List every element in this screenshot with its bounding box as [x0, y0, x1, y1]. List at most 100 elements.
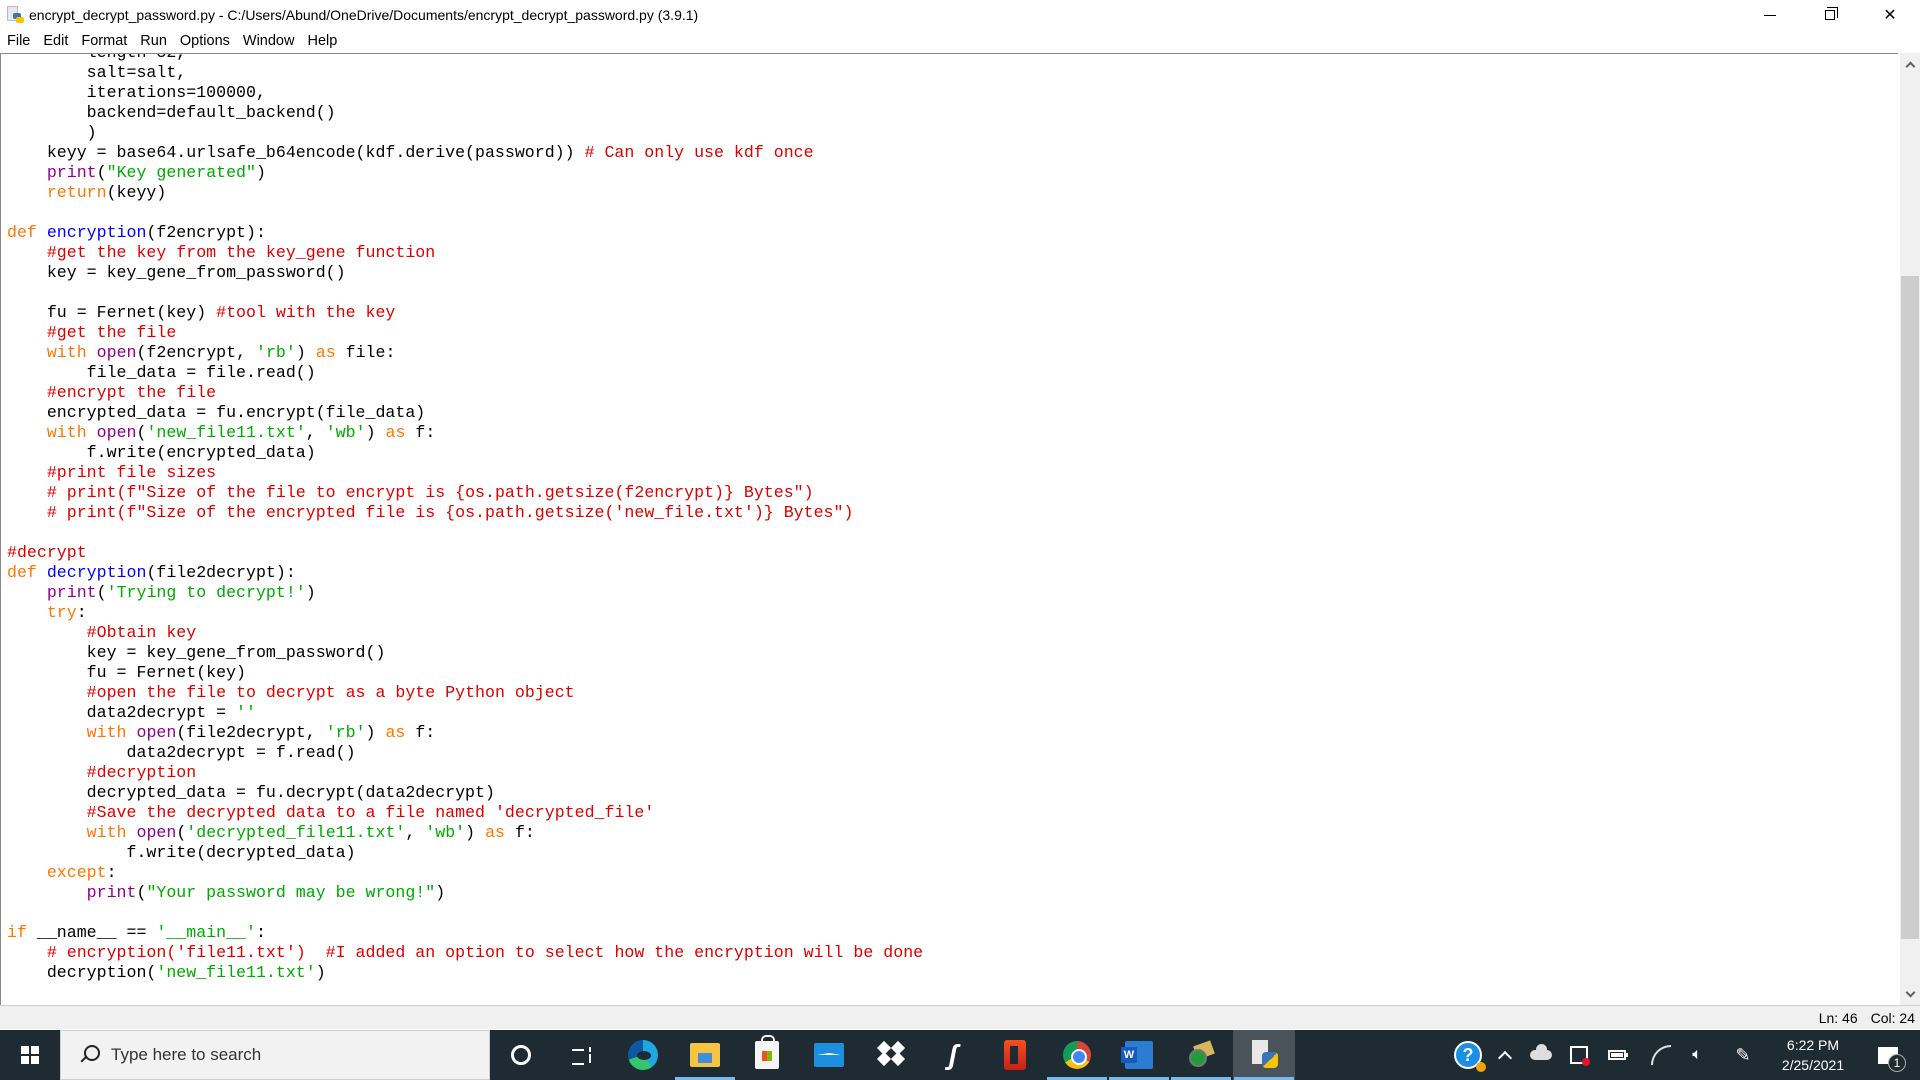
notification-count: 1 [1888, 1054, 1906, 1072]
scrollbar-thumb[interactable] [1901, 276, 1919, 940]
search-icon [77, 1043, 101, 1067]
start-button[interactable] [0, 1030, 60, 1080]
code-token: print [86, 883, 137, 902]
scroll-down-button[interactable] [1900, 985, 1920, 1003]
code-token: ) [315, 963, 326, 982]
menu-options[interactable]: Options [174, 33, 236, 49]
code-line: #get the file [7, 323, 923, 343]
code-token: (keyy) [106, 183, 167, 202]
code-token: '__main__' [156, 923, 256, 942]
vertical-scrollbar[interactable] [1900, 53, 1920, 1005]
code-line: #open the file to decrypt as a byte Pyth… [7, 683, 923, 703]
code-token: "Your password may be wrong!" [146, 883, 436, 902]
code-token: ) [305, 583, 316, 602]
taskbar-task-view[interactable] [551, 1030, 613, 1080]
tray-screen-recorder[interactable] [1562, 1030, 1596, 1080]
code-editor[interactable]: length=32, salt=salt, iterations=100000,… [0, 53, 1898, 1005]
code-line: decrypted_data = fu.decrypt(data2decrypt… [7, 783, 923, 803]
code-token: with [46, 423, 87, 442]
code-token: 'wb' [425, 823, 466, 842]
menu-run[interactable]: Run [134, 33, 173, 49]
python-file-icon [1250, 1040, 1278, 1070]
action-center-button[interactable]: 1 [1868, 1030, 1908, 1080]
code-token: , [405, 823, 426, 842]
tray-onedrive[interactable] [1524, 1030, 1558, 1080]
tray-show-hidden[interactable] [1490, 1030, 1520, 1080]
taskbar-search-box[interactable]: Type here to search [60, 1030, 490, 1080]
taskbar-office[interactable] [984, 1030, 1046, 1080]
minimize-button[interactable] [1740, 0, 1800, 30]
code-line: with open(file2decrypt, 'rb') as f: [7, 723, 923, 743]
scroll-up-button[interactable] [1900, 55, 1920, 73]
taskbar-microsoft-store[interactable] [736, 1030, 798, 1080]
close-button[interactable]: ✕ [1860, 0, 1920, 30]
title-bar: encrypt_decrypt_password.py - C:/Users/A… [0, 0, 1920, 30]
taskbar-mail[interactable] [798, 1030, 860, 1080]
code-text[interactable]: length=32, salt=salt, iterations=100000,… [7, 54, 923, 983]
code-token: as [385, 723, 406, 742]
code-line: backend=default_backend() [7, 103, 923, 123]
code-token: #print file sizes [46, 463, 217, 482]
code-token: try [46, 603, 77, 622]
code-token: : [106, 863, 117, 882]
taskbar-edge[interactable] [612, 1030, 674, 1080]
menu-edit[interactable]: Edit [37, 33, 74, 49]
code-line: try: [7, 603, 923, 623]
code-token: file_data = file.read() [7, 363, 316, 382]
code-line: fu = Fernet(key) #tool with the key [7, 303, 923, 323]
search-placeholder: Type here to search [111, 1045, 262, 1064]
tray-help[interactable]: ? [1448, 1030, 1488, 1080]
taskbar-dropbox[interactable] [860, 1030, 922, 1080]
folder-icon [690, 1043, 720, 1067]
taskbar-mail-checker[interactable] [1170, 1030, 1232, 1080]
taskbar-python-idle[interactable] [1233, 1030, 1295, 1080]
taskbar-clock[interactable]: 6:22 PM 2/25/2021 [1760, 1030, 1866, 1080]
python-idle-icon [6, 6, 24, 24]
status-bar: Ln: 46 Col: 24 [0, 1005, 1920, 1029]
menu-format[interactable]: Format [75, 33, 133, 49]
tray-volume[interactable]: 🔈︎ [1680, 1030, 1714, 1080]
code-token: except [46, 863, 107, 882]
code-token: ) [435, 883, 446, 902]
edge-icon [628, 1040, 658, 1070]
code-line: except: [7, 863, 923, 883]
taskbar-chrome[interactable] [1046, 1030, 1108, 1080]
menu-window[interactable]: Window [237, 33, 301, 49]
word-icon [1121, 1041, 1153, 1069]
menu-file[interactable]: File [1, 33, 36, 49]
code-token: salt=salt, [7, 63, 187, 82]
clock-date: 2/25/2021 [1781, 1057, 1845, 1073]
taskbar-sigma[interactable]: ʃ [922, 1030, 984, 1080]
menu-help[interactable]: Help [301, 33, 343, 49]
code-token: encryption [46, 223, 147, 242]
code-line: with open(f2encrypt, 'rb') as file: [7, 343, 923, 363]
code-line: #Obtain key [7, 623, 923, 643]
tray-battery[interactable] [1600, 1030, 1634, 1080]
window-controls: ✕ [1740, 0, 1920, 30]
taskbar-cortana[interactable] [490, 1030, 552, 1080]
code-line: key = key_gene_from_password() [7, 643, 923, 663]
taskbar-file-explorer[interactable] [674, 1030, 736, 1080]
taskbar-word[interactable] [1108, 1030, 1170, 1080]
cortana-icon [511, 1045, 531, 1065]
tray-wifi[interactable] [1644, 1030, 1678, 1080]
taskbar: Type here to search ʃ ? 🔈︎ ✎ 6:22 PM 2/2… [0, 1030, 1920, 1080]
restore-button[interactable] [1800, 0, 1860, 30]
code-token: return [46, 183, 107, 202]
close-icon: ✕ [1883, 7, 1897, 24]
tray-pen[interactable]: ✎ [1726, 1030, 1760, 1080]
code-token: ) [365, 723, 386, 742]
code-line: length=32, [7, 54, 923, 63]
